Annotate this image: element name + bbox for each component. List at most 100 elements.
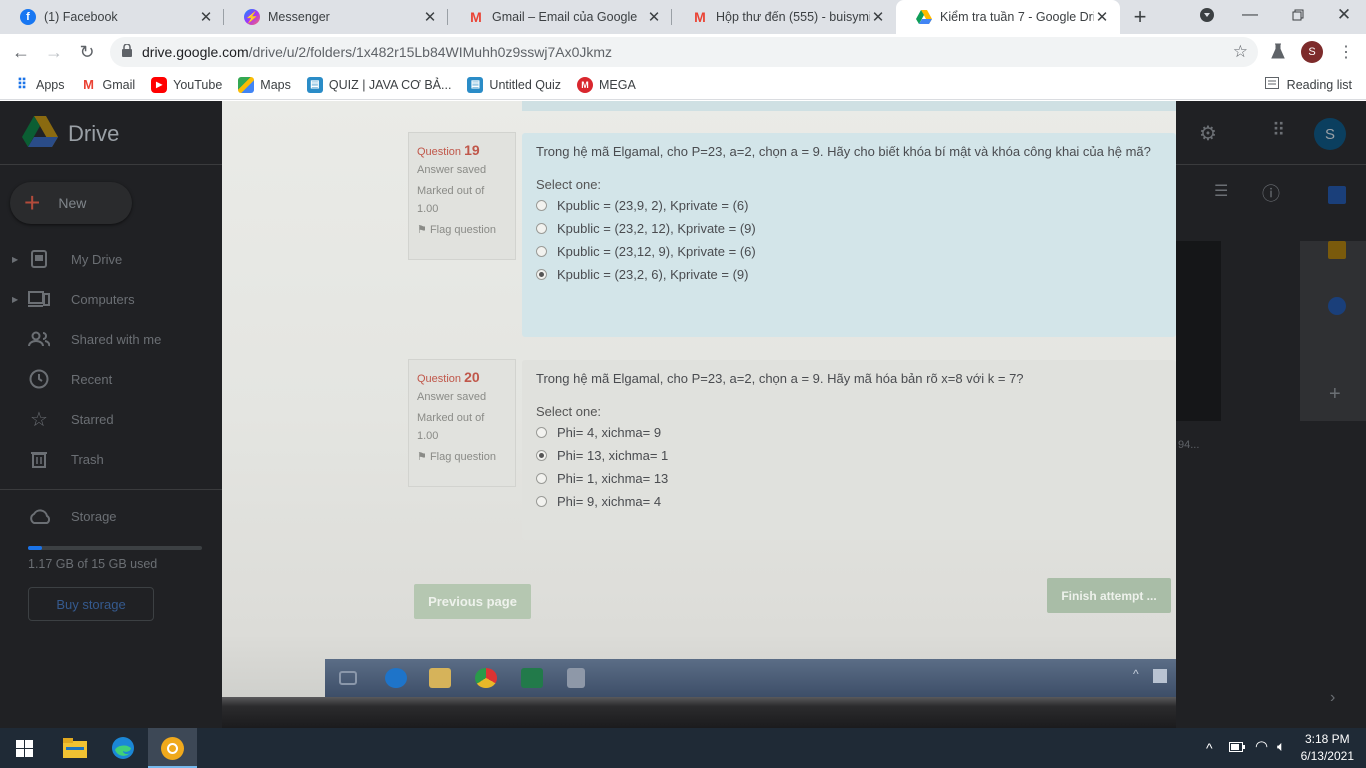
option-text: Phi= 1, xichma= 13 [557,471,669,487]
browser-menu-icon[interactable]: ⋮ [1338,42,1354,62]
windows-start-icon[interactable] [12,736,36,760]
tab-facebook[interactable]: f (1) Facebook ✕ [0,0,224,34]
volume-icon[interactable]: 🔈︎ [1277,738,1285,755]
answer-option[interactable]: Phi= 9, xichma= 4 [536,494,1162,509]
list-view-icon[interactable]: ☰ [1214,181,1228,201]
tab-messenger[interactable]: ⚡ Messenger ✕ [224,0,448,34]
minimize-icon[interactable]: — [1232,0,1268,30]
bookmark-label: Maps [260,77,291,92]
option-text: Kpublic = (23,12, 9), Kprivate = (6) [557,244,756,260]
sidebar-item-label: Starred [71,411,114,427]
bookmark-quiz-java[interactable]: ▤ QUIZ | JAVA CƠ BẢ... [306,76,452,93]
radio-button[interactable] [536,200,547,212]
sidebar-item-label: Recent [71,371,113,387]
tab-gmail[interactable]: M Gmail – Email của Google ✕ [448,0,672,34]
previous-page-button[interactable]: Previous page [414,584,531,619]
trash-icon [28,448,50,470]
radio-button[interactable] [536,496,547,508]
answer-option[interactable]: Kpublic = (23,12, 9), Kprivate = (6) [536,244,1162,259]
bookmark-star-icon[interactable]: ☆ [1233,42,1248,62]
calendar-icon[interactable] [1328,186,1346,204]
finish-attempt-button[interactable]: Finish attempt ... [1047,578,1171,613]
sidebar-item-storage[interactable]: Storage [0,496,222,536]
reading-list-button[interactable]: Reading list [1264,77,1352,92]
gmail-icon: M [694,9,706,25]
option-text: Phi= 9, xichma= 4 [557,494,662,510]
forward-arrow-icon[interactable]: → [41,39,67,65]
bookmark-untitled-quiz[interactable]: ▤ Untitled Quiz [467,76,561,93]
sidebar-item-trash[interactable]: Trash [0,439,222,479]
edge-icon[interactable] [111,736,135,760]
labs-flask-icon[interactable] [1271,43,1285,62]
radio-button-selected[interactable] [536,450,547,462]
sidebar-item-starred[interactable]: ☆ Starred [0,399,222,439]
bookmark-youtube[interactable]: ▶ YouTube [151,76,222,93]
account-avatar[interactable]: S [1314,118,1346,150]
profile-avatar[interactable]: S [1301,41,1323,63]
lock-icon [122,43,132,60]
new-tab-button[interactable]: + [1120,0,1160,34]
file-preview-thumb[interactable] [1176,241,1221,421]
radio-button[interactable] [536,246,547,258]
settings-icon[interactable]: ⚙ [1199,121,1217,146]
option-text: Phi= 4, xichma= 9 [557,425,662,441]
plus-icon: + [24,187,41,218]
sidebar-item-computers[interactable]: ▶ Computers [0,279,222,319]
reload-icon[interactable]: ↻ [74,39,100,65]
taskbar-active-app[interactable] [148,728,197,768]
flag-question-link[interactable]: ⚑ Flag question [417,449,507,467]
system-clock[interactable]: 3:18 PM 6/13/2021 [1301,731,1354,765]
expand-arrow-icon[interactable]: ▶ [12,255,18,264]
answer-option[interactable]: Kpublic = (23,2, 12), Kprivate = (9) [536,221,1162,236]
bookmark-apps[interactable]: ⠿ Apps [14,76,65,93]
radio-button-selected[interactable] [536,269,547,281]
chevron-right-icon[interactable]: › [1330,689,1335,707]
flag-question-link[interactable]: ⚑ Flag question [417,222,507,240]
keep-icon[interactable] [1328,241,1346,259]
close-icon[interactable]: ✕ [870,8,886,26]
apps-grid-icon[interactable]: ⠿ [1272,120,1285,141]
file-explorer-icon[interactable] [63,736,87,760]
window-close-icon[interactable]: ✕ [1326,0,1362,30]
info-icon[interactable]: ⓘ [1262,180,1280,206]
sidebar-item-recent[interactable]: Recent [0,359,222,399]
bookmark-label: QUIZ | JAVA CƠ BẢ... [328,77,452,92]
restore-icon[interactable] [1280,0,1316,30]
close-icon[interactable]: ✕ [646,8,662,26]
new-button[interactable]: + New [10,182,132,224]
bookmark-maps[interactable]: Maps [238,76,291,93]
address-bar[interactable]: drive.google.com/drive/u/2/folders/1x482… [110,37,1258,67]
add-addon-icon[interactable]: + [1329,383,1341,406]
close-icon[interactable]: ✕ [1094,8,1110,26]
tab-google-drive[interactable]: Kiểm tra tuần 7 - Google Driv ✕ [896,0,1120,34]
gmail-icon: M [83,77,94,92]
tab-search-icon[interactable] [1196,0,1218,30]
radio-button[interactable] [536,223,547,235]
answer-option[interactable]: Phi= 4, xichma= 9 [536,425,1162,440]
answer-option[interactable]: Phi= 13, xichma= 1 [536,448,1162,463]
close-icon[interactable]: ✕ [198,8,214,26]
answer-option[interactable]: Phi= 1, xichma= 13 [536,471,1162,486]
sidebar-item-my-drive[interactable]: ▶ My Drive [0,239,222,279]
expand-arrow-icon[interactable]: ▶ [12,295,18,304]
close-icon[interactable]: ✕ [422,8,438,26]
tab-inbox[interactable]: M Hộp thư đến (555) - buisymin ✕ [672,0,896,34]
back-arrow-icon[interactable]: ← [8,39,34,65]
drive-logo-icon[interactable] [22,116,58,148]
sidebar-item-shared[interactable]: Shared with me [0,319,222,359]
bookmark-mega[interactable]: M MEGA [576,76,636,93]
radio-button[interactable] [536,427,547,439]
browser-toolbar: ← → ↻ drive.google.com/drive/u/2/folders… [0,34,1366,70]
select-one-label: Select one: [536,177,602,193]
bookmark-gmail[interactable]: M Gmail [81,77,135,93]
buy-storage-button[interactable]: Buy storage [28,587,154,621]
answer-option[interactable]: Kpublic = (23,9, 2), Kprivate = (6) [536,198,1162,213]
photo-taskbar: ^ [325,659,1176,697]
answer-option[interactable]: Kpublic = (23,2, 6), Kprivate = (9) [536,267,1162,282]
battery-icon[interactable] [1229,740,1245,755]
radio-button[interactable] [536,473,547,485]
tray-chevron-icon[interactable]: ^ [1206,740,1213,756]
wifi-icon[interactable]: ◠ [1255,737,1268,755]
tasks-icon[interactable] [1328,297,1346,315]
url-path: /drive/u/2/folders/1x482r15Lb84WIMuhh0z9… [248,44,613,60]
